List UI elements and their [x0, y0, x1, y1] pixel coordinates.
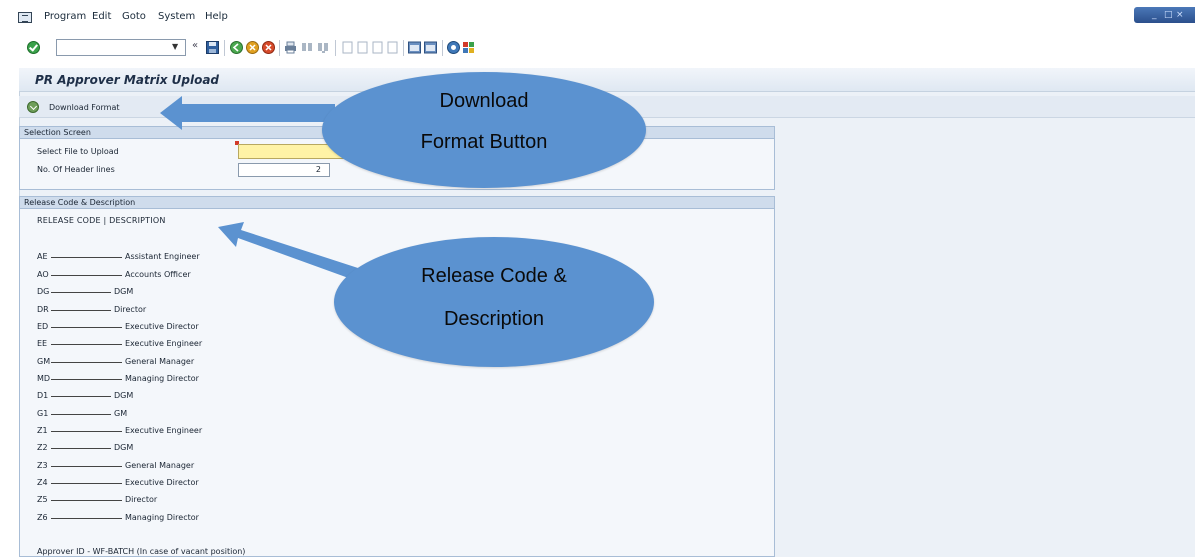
download-callout-line2: Format Button	[420, 131, 548, 153]
release-callout-line1: Release Code &	[421, 265, 567, 287]
release-callout	[334, 237, 654, 367]
release-callout-line2: Description	[443, 308, 545, 330]
download-callout-arrow	[160, 96, 335, 130]
download-callout-line1: Download	[439, 90, 529, 112]
